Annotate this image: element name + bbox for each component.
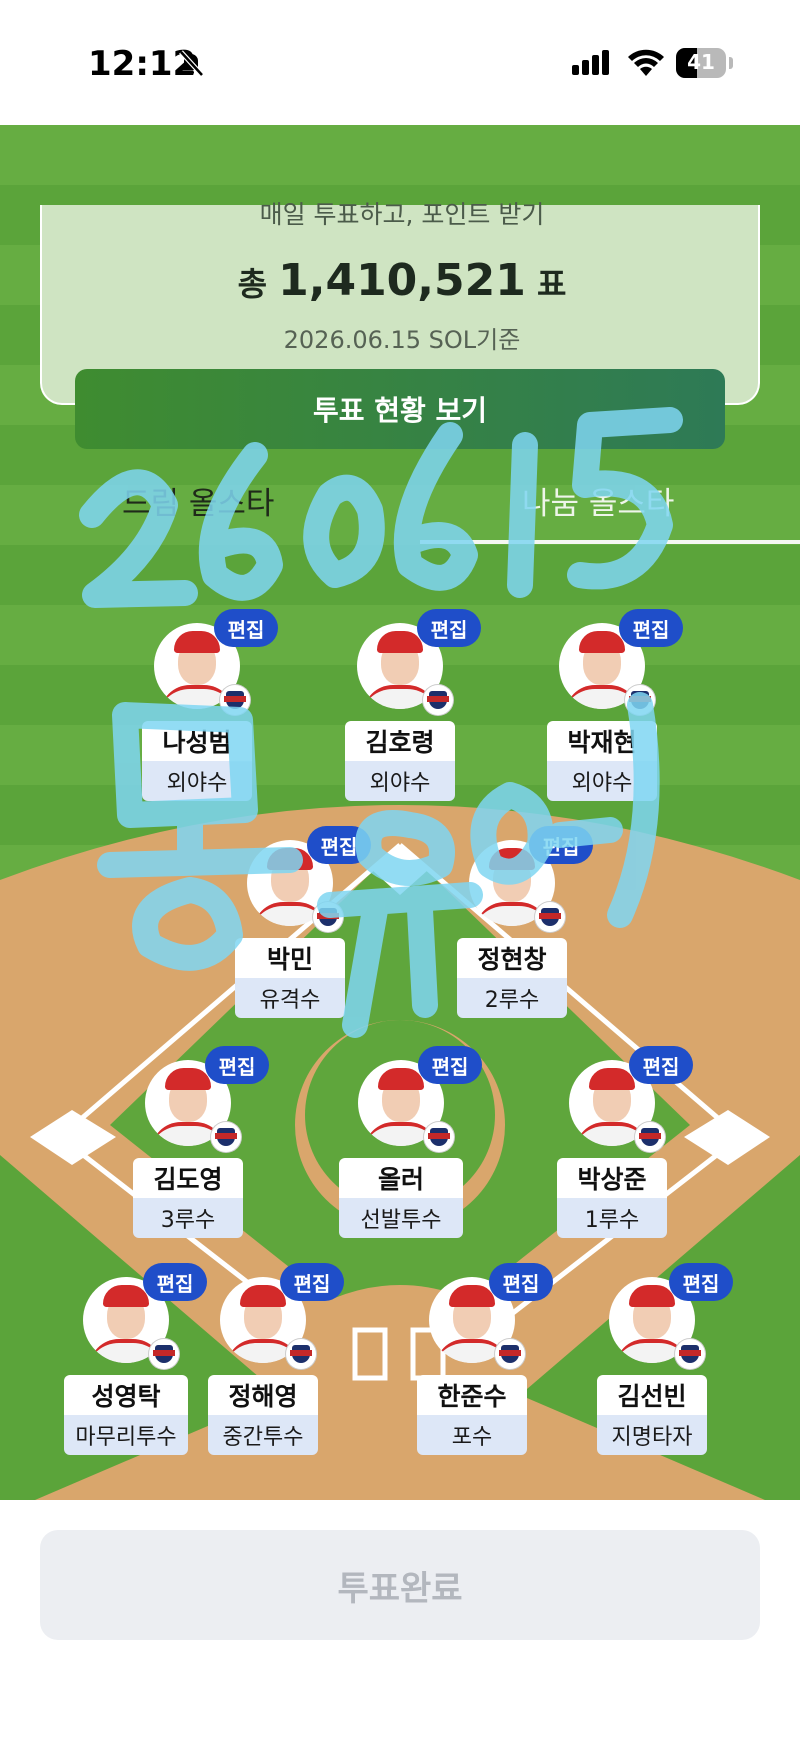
player-position: 마무리투수 (64, 1415, 188, 1455)
player-name: 올러 (339, 1158, 463, 1198)
tab-dream-allstar[interactable]: 드림 올스타 (122, 478, 274, 523)
player-name: 한준수 (417, 1375, 527, 1415)
player-name: 김호령 (345, 721, 455, 761)
wifi-icon (628, 49, 664, 76)
player-position: 외야수 (345, 761, 455, 801)
edit-button[interactable]: 편집 (629, 1046, 693, 1084)
player-position: 3루수 (133, 1198, 243, 1238)
player-name: 김도영 (133, 1158, 243, 1198)
total-prefix: 총 (237, 265, 268, 303)
total-votes: 1,410,521 (278, 255, 526, 306)
battery-cap (729, 57, 733, 69)
team-logo-icon (313, 902, 343, 932)
mute-bell-icon (179, 50, 204, 77)
player-position: 유격수 (235, 978, 345, 1018)
player-name: 김선빈 (597, 1375, 707, 1415)
edit-button[interactable]: 편집 (214, 609, 278, 647)
player-position: 선발투수 (339, 1198, 463, 1238)
edit-button[interactable]: 편집 (489, 1263, 553, 1301)
player-position: 1루수 (557, 1198, 667, 1238)
edit-button[interactable]: 편집 (669, 1263, 733, 1301)
status-bar: 12:12 41 (0, 0, 800, 125)
player-position: 외야수 (547, 761, 657, 801)
player-position: 중간투수 (208, 1415, 318, 1455)
player-position: 2루수 (457, 978, 567, 1018)
cellular-signal-icon (572, 50, 612, 75)
active-tab-indicator (420, 540, 800, 544)
player-name: 박재현 (547, 721, 657, 761)
edit-button[interactable]: 편집 (280, 1263, 344, 1301)
edit-button[interactable]: 편집 (619, 609, 683, 647)
player-position: 포수 (417, 1415, 527, 1455)
player-name: 박상준 (557, 1158, 667, 1198)
team-logo-icon (220, 685, 250, 715)
edit-button[interactable]: 편집 (143, 1263, 207, 1301)
baseball-field: 매일 투표하고, 포인트 받기 총 1,410,521 표 2026.06.15… (0, 125, 800, 1515)
tab-nanum-allstar[interactable]: 나눔 올스타 (522, 478, 674, 523)
player-name: 성영탁 (64, 1375, 188, 1415)
edit-button[interactable]: 편집 (417, 609, 481, 647)
team-logo-icon (424, 1122, 454, 1152)
total-votes-row: 총 1,410,521 표 (42, 255, 762, 306)
team-logo-icon (675, 1339, 705, 1369)
team-logo-icon (286, 1339, 316, 1369)
team-logo-icon (149, 1339, 179, 1369)
edit-button[interactable]: 편집 (205, 1046, 269, 1084)
view-vote-status-button[interactable]: 투표 현황 보기 (75, 369, 725, 449)
battery-level: 41 (687, 50, 715, 74)
player-name: 박민 (235, 938, 345, 978)
edit-button[interactable]: 편집 (529, 826, 593, 864)
team-logo-icon (625, 685, 655, 715)
summary-heading: 매일 투표하고, 포인트 받기 (259, 200, 545, 229)
total-suffix: 표 (536, 265, 567, 303)
team-logo-icon (535, 902, 565, 932)
team-logo-icon (495, 1339, 525, 1369)
edit-button[interactable]: 편집 (418, 1046, 482, 1084)
team-logo-icon (423, 685, 453, 715)
edit-button[interactable]: 편집 (307, 826, 371, 864)
basis-date: 2026.06.15 SOL기준 (283, 326, 521, 354)
player-position: 지명타자 (597, 1415, 707, 1455)
player-position: 외야수 (142, 761, 252, 801)
player-name: 정현창 (457, 938, 567, 978)
team-logo-icon (635, 1122, 665, 1152)
player-name: 정해영 (208, 1375, 318, 1415)
battery-icon: 41 (676, 48, 726, 78)
team-logo-icon (211, 1122, 241, 1152)
player-name: 나성범 (142, 721, 252, 761)
vote-summary-card: 매일 투표하고, 포인트 받기 총 1,410,521 표 2026.06.15… (40, 200, 762, 449)
vote-complete-button[interactable]: 투표완료 (40, 1530, 760, 1640)
